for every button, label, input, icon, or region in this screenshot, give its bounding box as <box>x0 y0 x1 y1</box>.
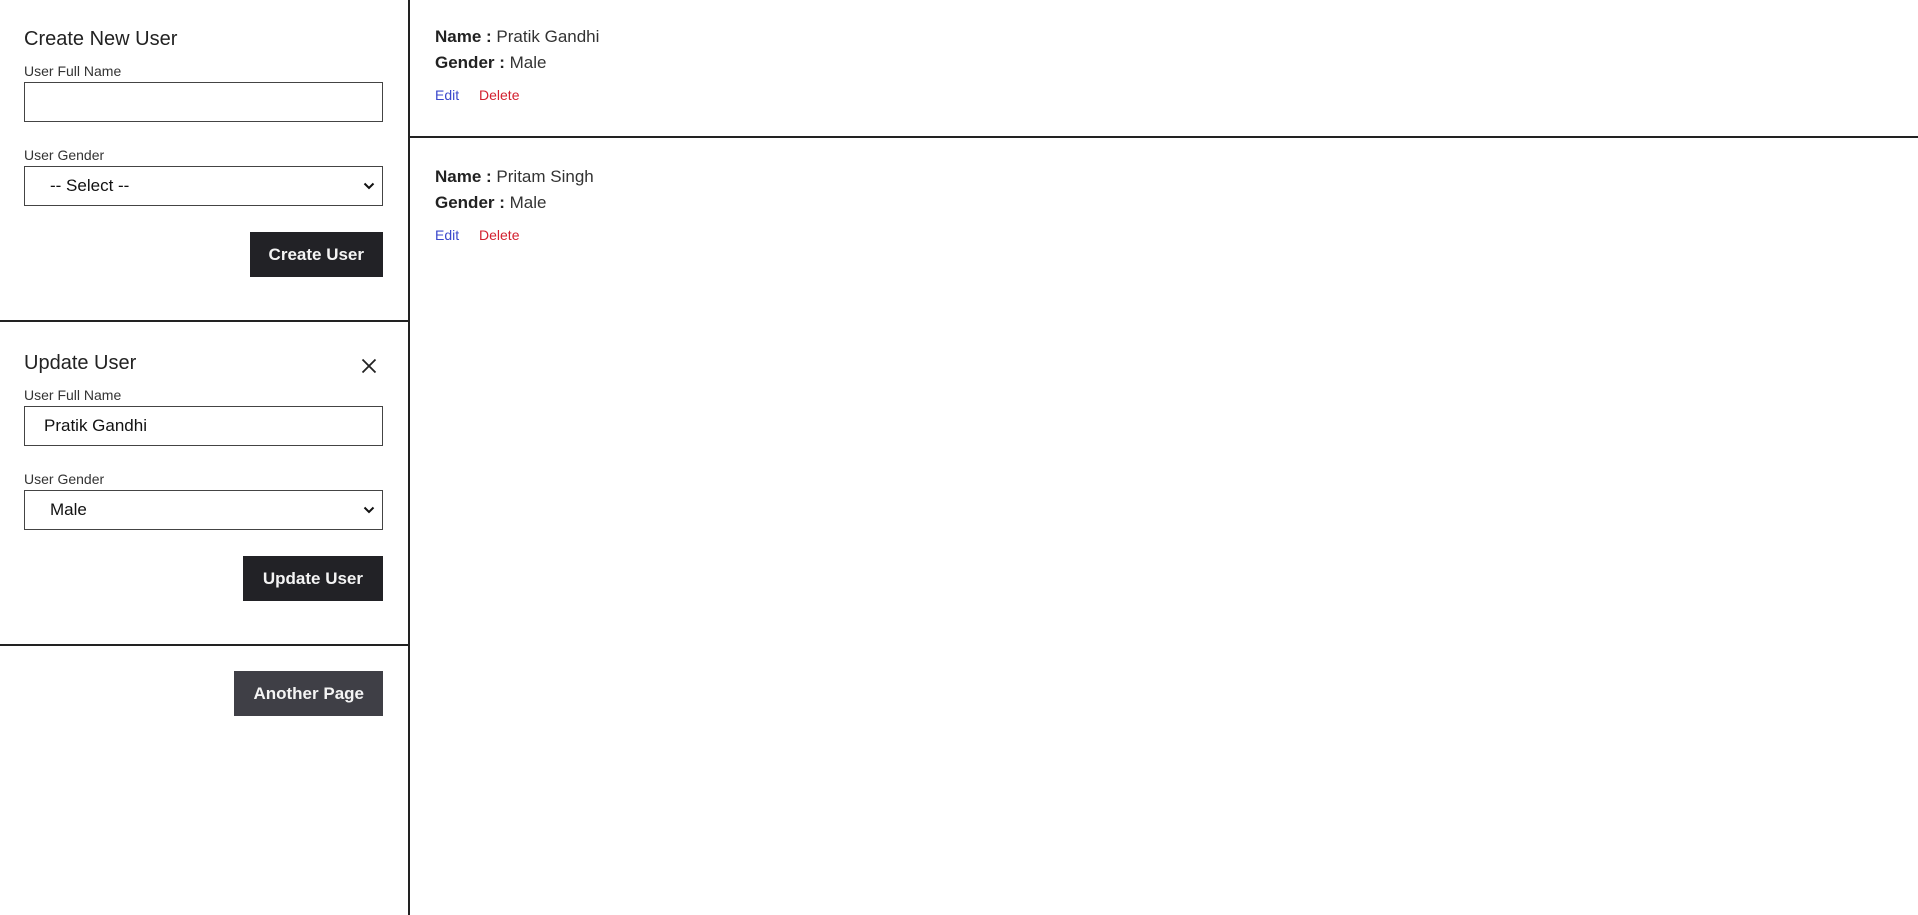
gender-key: Gender : <box>435 193 505 212</box>
update-name-input[interactable] <box>24 406 383 446</box>
create-name-label: User Full Name <box>24 63 122 79</box>
update-user-button[interactable]: Update User <box>242 556 383 601</box>
another-page-button[interactable]: Another Page <box>234 671 383 716</box>
chevron-down-icon <box>362 167 376 205</box>
user-gender: Male <box>509 193 547 212</box>
create-gender-label: User Gender <box>24 147 105 163</box>
create-gender-select[interactable]: -- Select -- <box>24 166 383 206</box>
create-user-title: Create New User <box>24 28 178 50</box>
chevron-down-icon <box>362 491 376 529</box>
user-actions: Edit Delete <box>435 86 1893 104</box>
edit-link[interactable]: Edit <box>435 227 459 243</box>
update-gender-selected: Male <box>50 500 87 519</box>
navigation-panel: Another Page <box>0 646 408 716</box>
name-key: Name : <box>435 167 492 186</box>
update-user-panel: Update User User Full Name User Gender M… <box>0 322 408 646</box>
edit-link[interactable]: Edit <box>435 87 459 103</box>
user-name-row: Name : Pratik Gandhi <box>435 24 1893 50</box>
user-card: Name : Pritam Singh Gender : Male Edit D… <box>410 138 1918 278</box>
update-gender-select[interactable]: Male <box>24 490 383 530</box>
name-key: Name : <box>435 27 492 46</box>
update-user-title: Update User <box>24 352 137 374</box>
update-gender-label: User Gender <box>24 471 105 487</box>
create-user-button[interactable]: Create User <box>249 232 383 277</box>
create-name-input[interactable] <box>24 82 383 122</box>
create-user-panel: Create New User User Full Name User Gend… <box>0 0 408 322</box>
delete-link[interactable]: Delete <box>479 227 519 243</box>
user-list: Name : Pratik Gandhi Gender : Male Edit … <box>410 0 1918 915</box>
close-icon[interactable] <box>358 355 380 377</box>
delete-link[interactable]: Delete <box>479 87 519 103</box>
user-gender-row: Gender : Male <box>435 190 1893 216</box>
user-actions: Edit Delete <box>435 226 1893 244</box>
sidebar: Create New User User Full Name User Gend… <box>0 0 410 915</box>
user-gender-row: Gender : Male <box>435 50 1893 76</box>
gender-key: Gender : <box>435 53 505 72</box>
user-card: Name : Pratik Gandhi Gender : Male Edit … <box>410 0 1918 138</box>
user-gender: Male <box>509 53 547 72</box>
create-gender-selected: -- Select -- <box>50 176 130 195</box>
update-name-label: User Full Name <box>24 387 122 403</box>
user-name: Pratik Gandhi <box>496 27 600 46</box>
user-name-row: Name : Pritam Singh <box>435 164 1893 190</box>
user-name: Pritam Singh <box>496 167 594 186</box>
